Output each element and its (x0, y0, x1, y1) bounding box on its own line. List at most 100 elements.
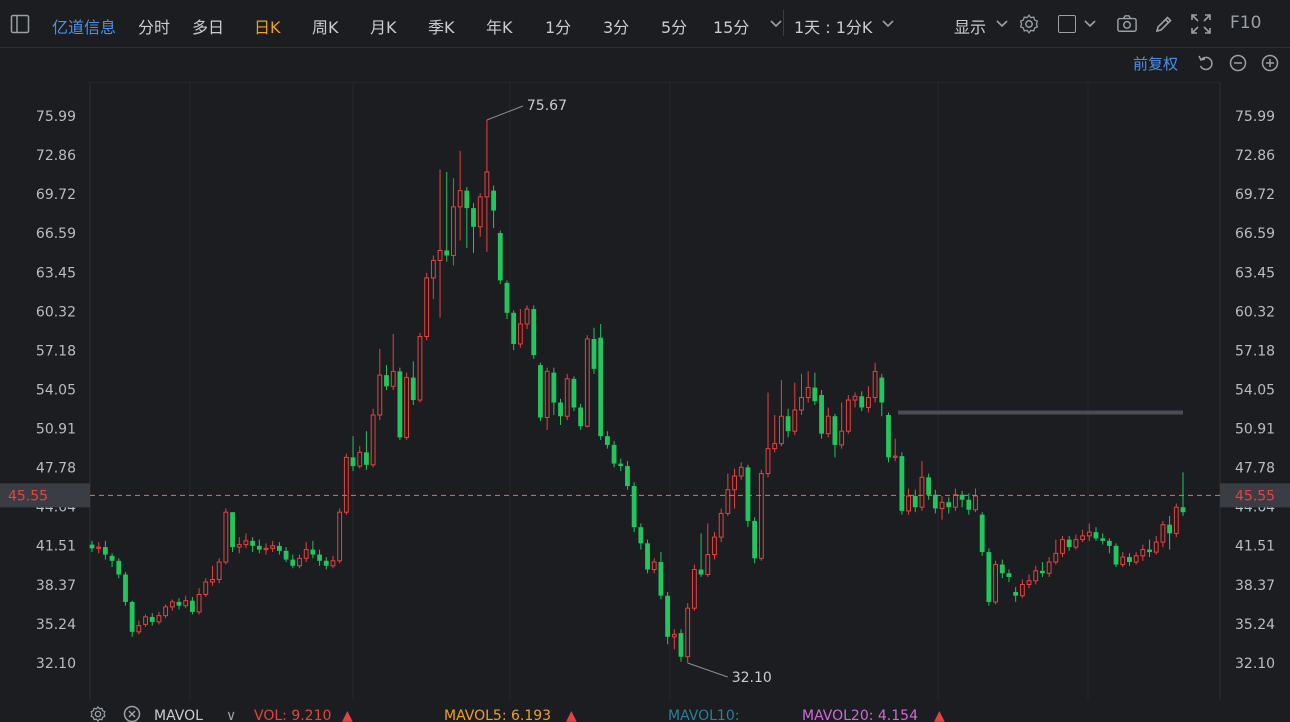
candle-body-114 (852, 395, 858, 401)
candle-body-126 (932, 494, 938, 509)
candle-body-78 (611, 444, 617, 464)
candle-body-5 (123, 574, 128, 602)
candle-body-129 (953, 494, 958, 508)
period-tab-1[interactable]: 多日 (192, 14, 224, 38)
candle-body-81 (631, 486, 637, 528)
display-menu[interactable]: 显示 (954, 14, 986, 38)
candle-body-29 (283, 550, 289, 560)
candle-body-79 (618, 463, 624, 467)
candle-body-84 (651, 561, 657, 571)
candle-body-116 (866, 397, 871, 409)
candle-body-61 (497, 233, 503, 281)
period-tab-0[interactable]: 分时 (138, 14, 170, 38)
period-tab-7[interactable]: 1分 (545, 14, 571, 38)
candle-body-110 (825, 415, 831, 435)
interval-selector[interactable]: 1天 : 1分K (794, 14, 872, 38)
sidebar-toggle-icon[interactable] (8, 12, 32, 36)
candle-body-24 (250, 540, 256, 546)
indicator-gear-icon[interactable] (88, 704, 108, 722)
period-tab-6[interactable]: 年K (486, 14, 513, 38)
candle-body-8 (143, 616, 148, 625)
gear-icon[interactable] (1017, 12, 1041, 36)
candle-body-161 (1167, 524, 1173, 534)
candle-body-75 (591, 338, 597, 369)
display-chevron-icon[interactable] (990, 12, 1014, 36)
candle-body-102 (772, 443, 778, 450)
candle-body-141 (1033, 570, 1039, 582)
candle-body-82 (638, 527, 644, 544)
indicator-close-icon[interactable] (122, 704, 142, 722)
toolbar-divider (783, 10, 784, 36)
y-tick-right-12: 38.37 (1235, 578, 1275, 594)
y-tick-left-8: 50.91 (36, 422, 76, 438)
candle-body-33 (310, 549, 316, 555)
checkbox-chevron-icon[interactable] (1078, 12, 1102, 36)
candle-body-26 (263, 547, 269, 551)
camera-icon[interactable] (1115, 12, 1139, 36)
candle-body-103 (778, 415, 784, 445)
period-tab-5[interactable]: 季K (428, 14, 455, 38)
candle-body-151 (1100, 538, 1106, 541)
candle-body-76 (598, 337, 604, 437)
f10-button[interactable]: F10 (1230, 13, 1261, 33)
candle-body-139 (1019, 583, 1025, 597)
candle-body-20 (223, 511, 229, 563)
adjust-mode-button[interactable]: 前复权 (1133, 53, 1178, 74)
candle-body-31 (297, 557, 302, 567)
current-price-tag-left-text: 45.55 (8, 488, 48, 504)
period-tab-2[interactable]: 日K (254, 14, 281, 38)
candle-body-15 (189, 600, 195, 612)
candle-body-73 (578, 407, 584, 427)
candle-body-89 (685, 607, 691, 658)
candle-body-22 (236, 544, 242, 548)
y-tick-left-5: 60.32 (36, 304, 76, 320)
candlestick-chart-svg[interactable]: 75.99 75.99 72.86 72.86 69.72 69.72 66.59 66.59… (0, 81, 1290, 702)
candlestick-chart[interactable]: 75.99 75.99 72.86 72.86 69.72 69.72 66.59 66.59… (0, 81, 1290, 702)
candle-body-16 (196, 593, 202, 613)
indicator-chevron-icon[interactable]: ∨ (226, 708, 236, 722)
period-more-chevron-icon[interactable] (764, 12, 788, 36)
high-price-label: 75.67 (527, 98, 567, 114)
candle-body-37 (337, 511, 343, 562)
reset-icon[interactable] (1194, 51, 1218, 75)
y-tick-left-3: 66.59 (36, 226, 76, 242)
low-price-label: 32.10 (732, 670, 772, 686)
candle-body-41 (364, 452, 369, 465)
candle-body-42 (370, 414, 376, 466)
y-tick-left-13: 35.24 (36, 617, 76, 633)
candle-body-60 (491, 190, 497, 211)
candle-body-127 (939, 501, 945, 509)
zoom-out-icon[interactable] (1226, 51, 1250, 75)
period-tab-3[interactable]: 周K (312, 14, 339, 38)
candle-body-136 (999, 564, 1005, 574)
candle-body-97 (738, 466, 744, 477)
candle-body-66 (531, 309, 537, 356)
zoom-in-icon[interactable] (1258, 51, 1282, 75)
y-tick-right-3: 66.59 (1235, 226, 1275, 242)
y-tick-right-11: 41.51 (1235, 539, 1275, 555)
stock-name[interactable]: 亿道信息 (52, 14, 116, 38)
fullscreen-icon[interactable] (1189, 12, 1213, 36)
candle-body-67 (538, 365, 543, 418)
pencil-icon[interactable] (1152, 12, 1176, 36)
period-tab-4[interactable]: 月K (370, 14, 397, 38)
candle-body-48 (410, 377, 416, 401)
indicator-name[interactable]: MAVOL (154, 708, 203, 722)
candle-body-58 (477, 196, 483, 228)
candle-body-17 (203, 581, 209, 595)
period-tab-9[interactable]: 5分 (661, 14, 687, 38)
period-tab-8[interactable]: 3分 (603, 14, 629, 38)
candle-body-128 (946, 502, 952, 508)
candle-body-95 (725, 489, 731, 514)
candle-body-87 (671, 633, 677, 638)
interval-chevron-icon[interactable] (876, 12, 900, 36)
candle-body-155 (1127, 557, 1132, 563)
y-tick-right-7: 54.05 (1235, 382, 1275, 398)
checkbox-icon[interactable] (1055, 12, 1079, 36)
candle-body-112 (839, 430, 845, 446)
candle-body-148 (1080, 535, 1086, 541)
candle-body-57 (471, 208, 476, 227)
period-tab-10[interactable]: 15分 (713, 14, 749, 38)
candle-body-49 (417, 335, 423, 401)
candle-body-124 (919, 476, 925, 508)
